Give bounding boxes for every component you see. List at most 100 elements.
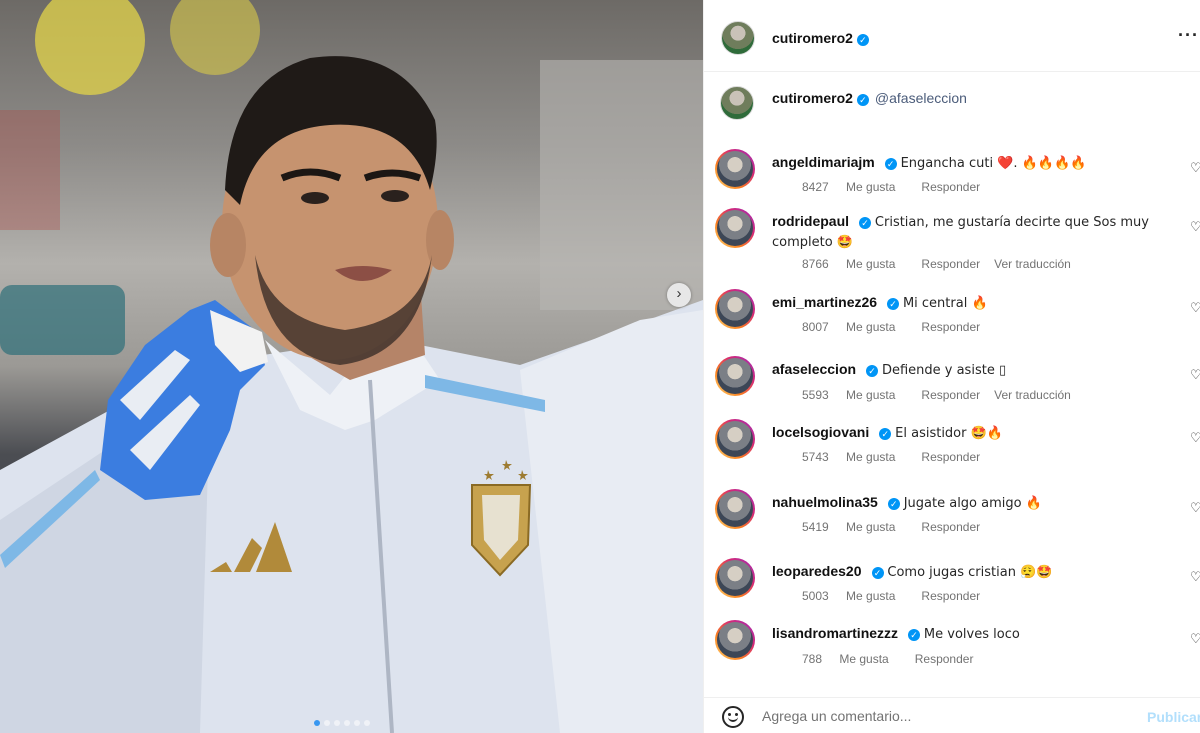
avatar[interactable] [720,86,754,120]
verified-icon: ✓ [856,34,869,46]
comment-text: Jugate algo amigo 🔥 [903,496,1042,511]
avatar[interactable] [715,620,755,660]
avatar[interactable] [715,356,755,396]
comment-text: Como jugas cristian 😮‍💨🤩 [887,565,1053,580]
comment-text: Engancha cuti ❤️. 🔥🔥🔥🔥 [900,156,1087,171]
emoji-picker-icon[interactable] [722,706,744,728]
avatar[interactable] [715,149,755,189]
comment-text: Mi central 🔥 [902,296,988,311]
likes-label: Me gusta [846,589,896,603]
reply-button[interactable]: Responder [915,652,974,666]
like-count-number: 8427 [802,180,829,194]
like-heart-icon[interactable]: ♡ [1190,569,1200,585]
like-heart-icon[interactable]: ♡ [1190,160,1200,176]
post-side-panel: cutiromero2 ✓ ··· cutiromero2 ✓ @afaselecci… [703,0,1200,733]
comment-text: Defiende y asiste ▯ [881,363,1007,378]
comment-like-count[interactable]: 8766 Me gusta [802,257,909,271]
avatar[interactable] [715,489,755,529]
likes-label: Me gusta [846,257,896,271]
reply-button[interactable]: Responder [921,450,980,464]
like-count-number: 5003 [802,589,829,603]
like-heart-icon[interactable]: ♡ [1190,300,1200,316]
comment-username[interactable]: nahuelmolina35 [772,494,878,510]
caption-username[interactable]: cutiromero2 [772,90,853,106]
avatar[interactable] [721,21,755,55]
reply-button[interactable]: Responder [921,257,980,271]
more-horizontal-icon: ··· [1178,25,1199,45]
carousel-dot [364,720,370,726]
carousel-dot [314,720,320,726]
add-comment-bar: Publicar [704,697,1200,733]
comment-username[interactable]: lisandromartinezzz [772,625,898,641]
comment-input[interactable] [762,708,1122,724]
like-heart-icon[interactable]: ♡ [1190,219,1200,235]
carousel-dot [344,720,350,726]
verified-icon: ✓ [887,498,900,510]
verified-icon: ✓ [856,94,869,106]
verified-icon: ✓ [884,158,897,170]
translate-button[interactable]: Ver traducción [994,257,1071,271]
reply-button[interactable]: Responder [921,320,980,334]
avatar[interactable] [715,419,755,459]
reply-button[interactable]: Responder [921,589,980,603]
verified-icon: ✓ [859,217,872,229]
post-header: cutiromero2 ✓ ··· [704,0,1200,72]
comment-like-count[interactable]: 5003 Me gusta [802,589,909,603]
carousel-dot [334,720,340,726]
comment-text: El asistidor 🤩🔥 [895,426,1003,441]
likes-label: Me gusta [839,652,889,666]
reply-button[interactable]: Responder [921,180,980,194]
header-username-wrap: cutiromero2 ✓ [772,30,869,48]
header-username[interactable]: cutiromero2 [772,30,853,46]
avatar[interactable] [715,208,755,248]
comment-like-count[interactable]: 5593 Me gusta [802,388,909,402]
like-count-number: 788 [802,652,823,666]
comment-like-count[interactable]: 8427 Me gusta [802,180,909,194]
like-count-number: 5419 [802,520,829,534]
likes-label: Me gusta [846,388,896,402]
carousel-dots [314,720,370,726]
like-heart-icon[interactable]: ♡ [1190,500,1200,516]
comment-text: Me volves loco [923,627,1020,642]
chevron-right-icon: › [676,285,682,302]
comment-username[interactable]: leoparedes20 [772,563,862,579]
like-count-number: 8766 [802,257,829,271]
post-caption: cutiromero2 ✓ @afaseleccion [720,82,1190,122]
reply-button[interactable]: Responder [921,520,980,534]
like-heart-icon[interactable]: ♡ [1190,631,1200,647]
comment-like-count[interactable]: 5743 Me gusta [802,450,909,464]
comment-username[interactable]: rodridepaul [772,213,849,229]
likes-label: Me gusta [846,320,896,334]
avatar[interactable] [715,289,755,329]
verified-icon: ✓ [866,365,879,377]
verified-icon: ✓ [871,567,884,579]
comment-like-count[interactable]: 5419 Me gusta [802,520,909,534]
verified-icon: ✓ [887,298,900,310]
translate-button[interactable]: Ver traducción [994,388,1071,402]
comment-username[interactable]: afaseleccion [772,361,856,377]
like-count-number: 8007 [802,320,829,334]
like-heart-icon[interactable]: ♡ [1190,367,1200,383]
avatar[interactable] [715,558,755,598]
likes-label: Me gusta [846,520,896,534]
caption-mention-link[interactable]: @afaseleccion [875,90,967,106]
reply-button[interactable]: Responder [921,388,980,402]
comment-like-count[interactable]: 8007 Me gusta [802,320,909,334]
post-photo[interactable]: › [0,0,703,733]
comment-username[interactable]: angeldimariajm [772,154,875,170]
comment-username[interactable]: emi_martinez26 [772,294,877,310]
verified-icon: ✓ [879,428,892,440]
like-heart-icon[interactable]: ♡ [1190,430,1200,446]
like-count-number: 5743 [802,450,829,464]
comment-like-count[interactable]: 788 Me gusta [802,652,903,666]
carousel-next-button[interactable]: › [667,283,691,307]
carousel-dot [354,720,360,726]
more-options-button[interactable]: ··· [1178,25,1199,45]
likes-label: Me gusta [846,180,896,194]
publish-button[interactable]: Publicar [1147,709,1200,725]
likes-label: Me gusta [846,450,896,464]
verified-icon: ✓ [908,629,921,641]
player-photo [0,0,703,733]
like-count-number: 5593 [802,388,829,402]
comment-username[interactable]: locelsogiovani [772,424,869,440]
